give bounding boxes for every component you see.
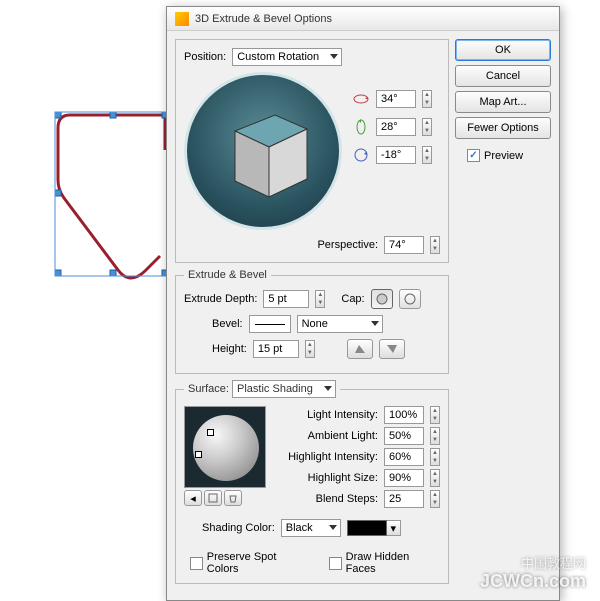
highlight-intensity-label: Highlight Intensity:: [278, 451, 378, 463]
new-light-button[interactable]: [204, 490, 222, 506]
map-art-button[interactable]: Map Art...: [455, 91, 551, 113]
preview-checkbox[interactable]: ✓: [467, 149, 480, 162]
ambient-light-field[interactable]: 50%: [384, 427, 424, 445]
chevron-down-icon: [324, 386, 332, 391]
blend-steps-label: Blend Steps:: [278, 493, 378, 505]
rotate-x-field[interactable]: 34°: [376, 90, 416, 108]
rotate-z-field[interactable]: -18°: [376, 146, 416, 164]
selected-path[interactable]: [50, 110, 180, 290]
extrude-legend: Extrude & Bevel: [184, 269, 271, 281]
watermark-url: JCWCn.com: [480, 571, 586, 592]
rotate-x-icon: [352, 90, 370, 108]
dialog-3d-extrude-bevel: 3D Extrude & Bevel Options Position: Cus…: [166, 6, 560, 601]
stepper-x[interactable]: ▲▼: [422, 90, 432, 108]
stepper-depth[interactable]: ▲▼: [315, 290, 325, 308]
surface-group: Surface: Plastic Shading ◂: [175, 380, 449, 584]
shading-color-swatch[interactable]: [347, 520, 387, 536]
stepper[interactable]: ▲▼: [430, 406, 440, 424]
shading-color-label: Shading Color:: [202, 522, 275, 534]
highlight-size-field[interactable]: 90%: [384, 469, 424, 487]
surface-dropdown[interactable]: Plastic Shading: [232, 380, 336, 398]
height-label: Height:: [212, 343, 247, 355]
light-preview[interactable]: [184, 406, 266, 488]
draw-hidden-label: Draw Hidden Faces: [346, 551, 440, 575]
preview-label: Preview: [484, 150, 523, 162]
fewer-options-button[interactable]: Fewer Options: [455, 117, 551, 139]
rotate-y-field[interactable]: 28°: [376, 118, 416, 136]
perspective-field[interactable]: 74°: [384, 236, 424, 254]
dialog-title: 3D Extrude & Bevel Options: [195, 13, 332, 25]
chevron-down-icon: [330, 54, 338, 59]
bevel-swatch: [249, 315, 291, 333]
stepper[interactable]: ▲▼: [430, 469, 440, 487]
chevron-down-icon: [329, 525, 337, 530]
watermark-text: 中国教程网: [521, 553, 586, 572]
rotation-trackball[interactable]: [184, 72, 342, 230]
height-field[interactable]: 15 pt: [253, 340, 299, 358]
stepper-y[interactable]: ▲▼: [422, 118, 432, 136]
extrude-bevel-group: Extrude & Bevel Extrude Depth: 5 pt ▲▼ C…: [175, 269, 449, 374]
light-back-button[interactable]: ◂: [184, 490, 202, 506]
highlight-intensity-field[interactable]: 60%: [384, 448, 424, 466]
light-handle[interactable]: [207, 429, 214, 436]
app-icon: [175, 12, 189, 26]
depth-field[interactable]: 5 pt: [263, 290, 309, 308]
bevel-extent-in-button[interactable]: [347, 339, 373, 359]
light-intensity-label: Light Intensity:: [278, 409, 378, 421]
cube-preview: [225, 107, 315, 201]
titlebar[interactable]: 3D Extrude & Bevel Options: [167, 7, 559, 31]
bevel-label: Bevel:: [212, 318, 243, 330]
preserve-spot-label: Preserve Spot Colors: [207, 551, 309, 575]
light-handle[interactable]: [195, 451, 202, 458]
light-intensity-field[interactable]: 100%: [384, 406, 424, 424]
cap-off-button[interactable]: [399, 289, 421, 309]
stepper-height[interactable]: ▲▼: [305, 340, 315, 358]
cancel-button[interactable]: Cancel: [455, 65, 551, 87]
stepper[interactable]: ▲▼: [430, 448, 440, 466]
ok-button[interactable]: OK: [455, 39, 551, 61]
position-dropdown[interactable]: Custom Rotation: [232, 48, 342, 66]
draw-hidden-checkbox[interactable]: [329, 557, 342, 570]
ambient-light-label: Ambient Light:: [278, 430, 378, 442]
bevel-dropdown[interactable]: None: [297, 315, 383, 333]
stepper[interactable]: ▲▼: [430, 490, 440, 508]
blend-steps-field[interactable]: 25: [384, 490, 424, 508]
shading-color-dropdown[interactable]: Black: [281, 519, 341, 537]
rotate-z-icon: [352, 146, 370, 164]
stepper[interactable]: ▲▼: [430, 427, 440, 445]
bevel-extent-out-button[interactable]: [379, 339, 405, 359]
highlight-size-label: Highlight Size:: [278, 472, 378, 484]
shading-color-picker[interactable]: ▾: [387, 520, 401, 536]
rotate-y-icon: [352, 118, 370, 136]
depth-label: Extrude Depth:: [184, 293, 257, 305]
surface-legend: Surface:: [188, 383, 229, 395]
cap-label: Cap:: [341, 293, 364, 305]
stepper-z[interactable]: ▲▼: [422, 146, 432, 164]
delete-light-button[interactable]: [224, 490, 242, 506]
position-label: Position:: [184, 51, 226, 63]
stepper-perspective[interactable]: ▲▼: [430, 236, 440, 254]
chevron-down-icon: [371, 321, 379, 326]
position-group: Position: Custom Rotation: [175, 39, 449, 263]
preserve-spot-checkbox[interactable]: [190, 557, 203, 570]
cap-on-button[interactable]: [371, 289, 393, 309]
perspective-label: Perspective:: [317, 239, 378, 251]
